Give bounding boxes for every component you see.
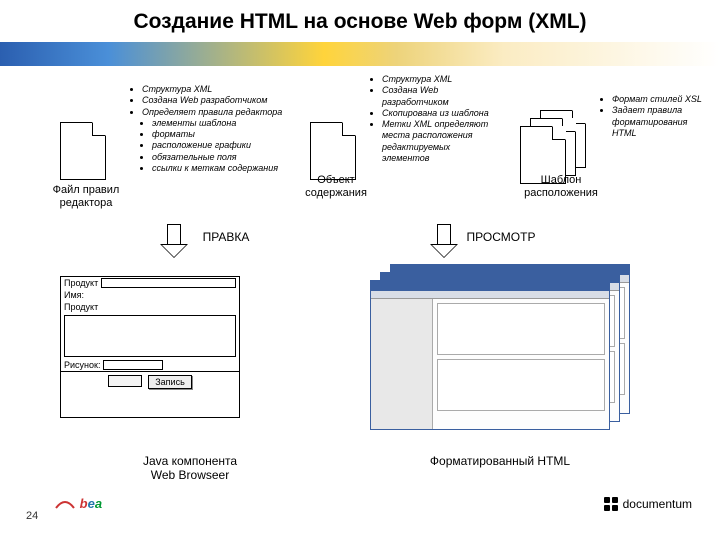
documentum-icon bbox=[603, 496, 619, 512]
form-textarea[interactable] bbox=[64, 315, 236, 357]
window-panel-top bbox=[437, 303, 605, 355]
form-label-image: Рисунок: bbox=[64, 360, 100, 370]
content-object-icon bbox=[310, 122, 356, 180]
slide-title: Создание HTML на основе Web форм (XML) bbox=[0, 0, 720, 38]
layout-template-label: Шаблон расположения bbox=[506, 174, 616, 200]
window-titlebar bbox=[371, 281, 609, 291]
form-footer: Запись bbox=[61, 371, 239, 392]
bea-swoosh-icon bbox=[54, 498, 76, 512]
content-object-bullets: Структура XML Создана Web разработчиком … bbox=[370, 74, 500, 164]
pravka-label: ПРАВКА bbox=[186, 230, 266, 244]
form-label-product: Продукт bbox=[64, 278, 98, 288]
window-toolbar bbox=[371, 291, 609, 299]
content-object-label: Объект содержания bbox=[286, 174, 386, 200]
page-number: 24 bbox=[26, 510, 38, 522]
file-rules-bullets: Структура XML Создана Web разработчиком … bbox=[130, 84, 300, 174]
arrow-pravka bbox=[160, 224, 188, 258]
editor-form: Продукт Имя: Продукт Рисунок: Запись bbox=[60, 276, 240, 418]
form-field-product[interactable] bbox=[101, 278, 236, 288]
bea-logo: bea bbox=[54, 496, 102, 512]
caption-right: Форматированный HTML bbox=[390, 454, 610, 468]
form-label-product2: Продукт bbox=[64, 302, 98, 312]
file-rules-label: Файл правил редактора bbox=[36, 184, 136, 210]
arrow-prosmotr bbox=[430, 224, 458, 258]
diagram-canvas: Файл правил редактора Структура XML Созд… bbox=[0, 66, 720, 540]
form-row-name: Имя: bbox=[61, 289, 239, 301]
form-row-product2: Продукт bbox=[61, 301, 239, 313]
browser-window-stack bbox=[370, 264, 630, 432]
file-rules-icon bbox=[60, 122, 106, 180]
form-label-name: Имя: bbox=[64, 290, 84, 300]
window-main bbox=[433, 299, 609, 429]
browser-window bbox=[370, 280, 610, 430]
window-panel-bottom bbox=[437, 359, 605, 411]
form-row-product: Продукт bbox=[61, 277, 239, 289]
window-sidebar bbox=[371, 299, 433, 429]
documentum-logo: documentum bbox=[603, 496, 692, 512]
form-field-image[interactable] bbox=[103, 360, 163, 370]
documentum-text: documentum bbox=[623, 497, 692, 511]
submit-button[interactable]: Запись bbox=[148, 375, 192, 389]
form-thumb bbox=[108, 375, 142, 387]
form-row-image: Рисунок: bbox=[61, 359, 239, 371]
prosmotr-label: ПРОСМОТР bbox=[456, 230, 546, 244]
layout-template-bullets: Формат стилей XSL Задает правила формати… bbox=[600, 94, 712, 139]
caption-left: Java компонента Web Browseer bbox=[110, 454, 270, 483]
banner-stripe bbox=[0, 42, 720, 66]
